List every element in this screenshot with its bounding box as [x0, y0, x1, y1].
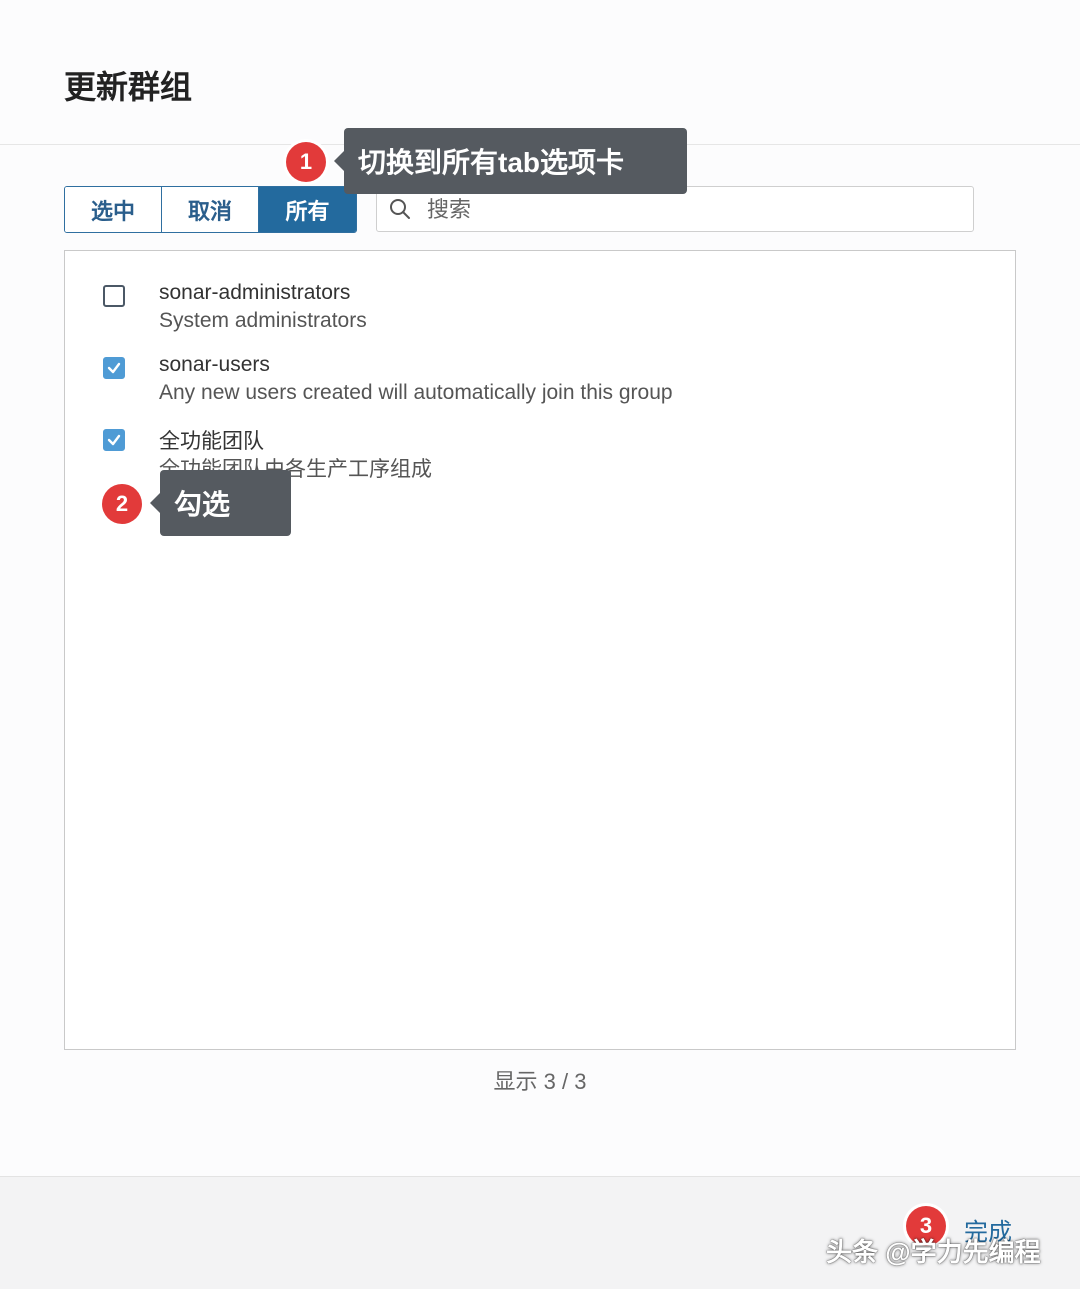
group-name: 全功能团队 [159, 430, 264, 453]
group-checkbox-sonar-users[interactable] [103, 357, 125, 379]
check-icon [107, 434, 121, 446]
annotation-tooltip-2: 勾选 [150, 470, 291, 536]
list-item: sonar-administrators System administrato… [101, 263, 981, 332]
group-checkbox-sonar-administrators[interactable] [103, 285, 125, 307]
list-item: sonar-users Any new users created will a… [101, 335, 981, 404]
watermark: 头条 @学力先编程 [826, 1237, 1041, 1267]
filter-tab-selected[interactable]: 选中 [65, 187, 162, 232]
group-checkbox-full-function-team[interactable] [103, 429, 125, 451]
filter-tab-deselected[interactable]: 取消 [162, 187, 259, 232]
check-icon [107, 362, 121, 374]
list-item: 全功能团队 全功能团队由各生产工序组成 [101, 407, 981, 481]
group-name: sonar-administrators [159, 281, 351, 304]
group-list: sonar-administrators System administrato… [64, 250, 1016, 1050]
result-count: 显示 3 / 3 [493, 1069, 587, 1094]
annotation-badge-2: 2 [102, 484, 142, 524]
group-description: System administrators [159, 309, 367, 332]
search-input[interactable] [425, 191, 959, 229]
filter-segmented-control: 选中 取消 所有 [64, 186, 357, 233]
search-icon [390, 199, 410, 219]
filter-tab-all[interactable]: 所有 [259, 187, 356, 232]
group-description: Any new users created will automatically… [159, 381, 673, 404]
group-name: sonar-users [159, 353, 270, 376]
annotation-tooltip-1: 切换到所有tab选项卡 [334, 128, 687, 194]
annotation-badge-1: 1 [286, 142, 326, 182]
modal-header: 更新群组 [0, 0, 1080, 145]
modal-title: 更新群组 [64, 69, 193, 105]
